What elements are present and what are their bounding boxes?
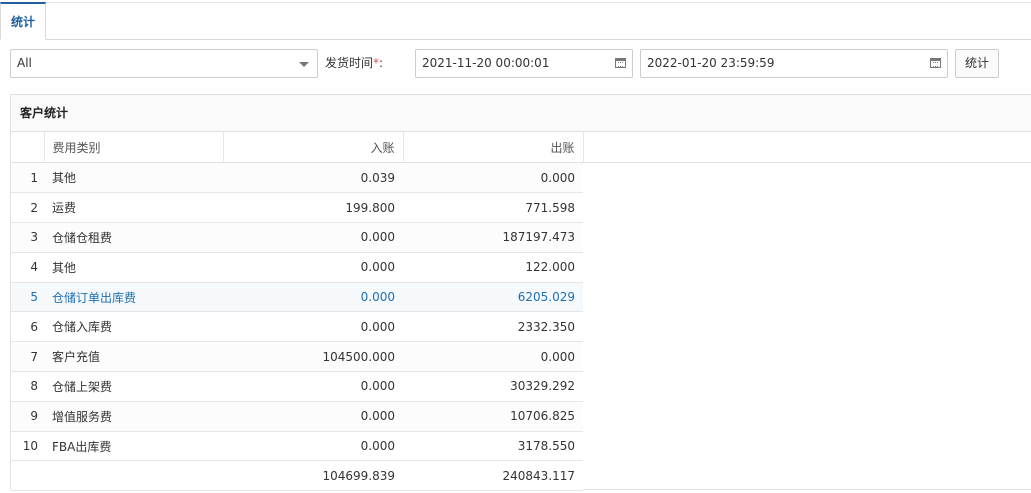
row-income: 104500.000 bbox=[223, 341, 403, 373]
header-fee-type[interactable]: 费用类别 bbox=[44, 132, 224, 163]
chevron-down-icon bbox=[299, 62, 309, 67]
row-income: 0.039 bbox=[223, 163, 403, 194]
row-expense: 3178.550 bbox=[403, 431, 583, 462]
table-header: 费用类别 入账 出账 bbox=[11, 132, 1031, 163]
row-income: 0.000 bbox=[223, 222, 403, 253]
panel-title: 客户统计 bbox=[11, 95, 1031, 132]
row-index: 1 bbox=[11, 163, 44, 194]
row-index: 4 bbox=[11, 252, 44, 283]
row-fee-type: 其他 bbox=[44, 163, 223, 194]
table-row[interactable]: 2 运费 199.800 771.598 bbox=[11, 192, 583, 224]
row-income: 0.000 bbox=[223, 311, 403, 343]
row-index: 8 bbox=[11, 371, 44, 402]
start-date-value: 2021-11-20 00:00:01 bbox=[422, 56, 550, 70]
totals-index bbox=[11, 460, 44, 492]
statistics-button[interactable]: 统计 bbox=[955, 49, 999, 78]
row-index: 9 bbox=[11, 401, 44, 432]
end-date-input[interactable]: 2022-01-20 23:59:59 bbox=[640, 49, 948, 78]
row-expense: 0.000 bbox=[403, 341, 583, 373]
table-row[interactable]: 8 仓储上架费 0.000 30329.292 bbox=[11, 371, 583, 402]
row-index: 6 bbox=[11, 311, 44, 343]
row-income: 199.800 bbox=[223, 192, 403, 224]
row-expense: 771.598 bbox=[403, 192, 583, 224]
tab-statistics[interactable]: 统计 bbox=[0, 2, 47, 40]
row-fee-type: 增值服务费 bbox=[44, 401, 223, 432]
row-income: 0.000 bbox=[223, 431, 403, 462]
row-fee-type: 运费 bbox=[44, 192, 223, 224]
row-income: 0.000 bbox=[223, 371, 403, 402]
total-expense: 240843.117 bbox=[403, 460, 583, 492]
row-expense: 187197.473 bbox=[403, 222, 583, 253]
row-expense: 2332.350 bbox=[403, 311, 583, 343]
start-date-input[interactable]: 2021-11-20 00:00:01 bbox=[415, 49, 633, 78]
row-income: 0.000 bbox=[223, 252, 403, 283]
statistics-table: 1 其他 0.039 0.000 2 运费 199.800 771.598 3 … bbox=[11, 163, 583, 492]
row-index: 3 bbox=[11, 222, 44, 253]
row-fee-type: 客户充值 bbox=[44, 341, 223, 373]
row-fee-type: 仓储仓租费 bbox=[44, 222, 223, 253]
customer-select-value: All bbox=[17, 56, 32, 70]
end-date-value: 2022-01-20 23:59:59 bbox=[647, 56, 775, 70]
row-expense: 10706.825 bbox=[403, 401, 583, 432]
table-row[interactable]: 3 仓储仓租费 0.000 187197.473 bbox=[11, 222, 583, 253]
table-row[interactable]: 4 其他 0.000 122.000 bbox=[11, 252, 583, 283]
table-row[interactable]: 1 其他 0.039 0.000 bbox=[11, 163, 583, 194]
filter-bar: All 发货时间*: 2021-11-20 00:00:01 2022-01-2… bbox=[0, 48, 1031, 80]
row-expense: 6205.029 bbox=[403, 282, 583, 313]
totals-label bbox=[44, 460, 223, 492]
customer-statistics-panel: 客户统计 费用类别 入账 出账 1 其他 0.039 0.000 2 运费 19… bbox=[10, 94, 1031, 492]
header-income[interactable]: 入账 bbox=[223, 132, 404, 163]
row-index: 2 bbox=[11, 192, 44, 224]
table-row[interactable]: 6 仓储入库费 0.000 2332.350 bbox=[11, 311, 583, 343]
header-expense[interactable]: 出账 bbox=[403, 132, 584, 163]
row-fee-type: 仓储订单出库费 bbox=[44, 282, 223, 313]
table-row[interactable]: 7 客户充值 104500.000 0.000 bbox=[11, 341, 583, 373]
row-fee-type: 仓储上架费 bbox=[44, 371, 223, 402]
table-row[interactable]: 10 FBA出库费 0.000 3178.550 bbox=[11, 431, 583, 462]
header-filler bbox=[583, 132, 1031, 163]
ship-time-label: 发货时间*: bbox=[325, 56, 384, 70]
customer-select[interactable]: All bbox=[10, 49, 318, 78]
row-income: 0.000 bbox=[223, 401, 403, 432]
row-expense: 122.000 bbox=[403, 252, 583, 283]
row-expense: 30329.292 bbox=[403, 371, 583, 402]
row-expense: 0.000 bbox=[403, 163, 583, 194]
table-row-highlighted[interactable]: 5 仓储订单出库费 0.000 6205.029 bbox=[11, 282, 583, 313]
tab-bar: 统计 bbox=[0, 2, 1031, 40]
calendar-icon[interactable] bbox=[615, 58, 626, 68]
row-index: 7 bbox=[11, 341, 44, 373]
row-fee-type: 仓储入库费 bbox=[44, 311, 223, 343]
row-index: 5 bbox=[11, 282, 44, 313]
totals-row: 104699.839 240843.117 bbox=[11, 460, 583, 492]
calendar-icon[interactable] bbox=[930, 58, 941, 68]
row-fee-type: FBA出库费 bbox=[44, 431, 223, 462]
row-income: 0.000 bbox=[223, 282, 403, 313]
header-index bbox=[11, 132, 45, 163]
row-fee-type: 其他 bbox=[44, 252, 223, 283]
table-row[interactable]: 9 增值服务费 0.000 10706.825 bbox=[11, 401, 583, 432]
row-index: 10 bbox=[11, 431, 44, 462]
total-income: 104699.839 bbox=[223, 460, 403, 492]
